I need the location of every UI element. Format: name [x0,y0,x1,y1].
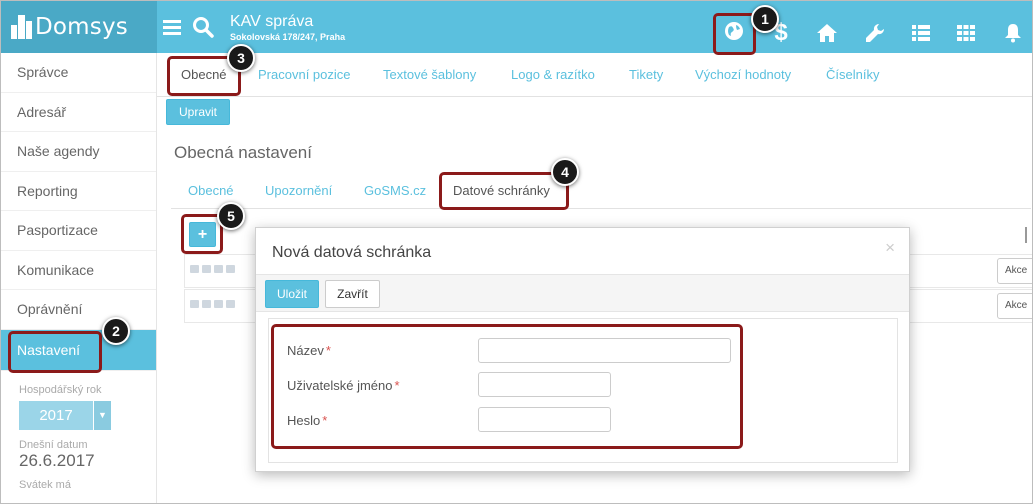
callout-badge-1: 1 [751,5,779,33]
organization-name: KAV správa [230,13,314,30]
list-icon[interactable] [911,23,931,43]
callout-badge-2: 2 [102,317,130,345]
dialog-title: Nová datová schránka [272,244,432,261]
app-logo[interactable]: Domsys [1,1,157,53]
tab-pracovni-pozice[interactable]: Pracovní pozice [258,53,351,97]
organization-address: Sokolovská 178/247, Praha [230,32,346,42]
subtab-upozorneni[interactable]: Upozornění [265,173,332,209]
section-title: Obecná nastavení [174,143,312,162]
general-subtabs: Obecné Upozornění GoSMS.cz Datové schrán… [171,173,1031,209]
caret-down-icon[interactable]: ▼ [93,400,111,430]
today-date: 26.6.2017 [19,450,95,470]
holiday-label: Svátek má [19,478,71,491]
edit-button[interactable]: Upravit [166,99,230,125]
settings-tabs: Obecné Pracovní pozice Textové šablony L… [157,53,1032,97]
close-button[interactable]: Zavřít [325,280,380,308]
highlight-subtab-datove-schranky [439,172,569,210]
highlight-nastaveni [8,331,102,373]
wrench-icon[interactable] [864,22,886,44]
tab-textove-sablony[interactable]: Textové šablony [383,53,476,97]
tab-vychozi-hodnoty[interactable]: Výchozí hodnoty [695,53,791,97]
tab-logo-razitko[interactable]: Logo & razítko [511,53,595,97]
highlight-globe [713,13,756,55]
sidebar-item-reporting[interactable]: Reporting [1,172,156,211]
sidebar-item-adresar[interactable]: Adresář [1,93,156,132]
actions-button[interactable]: Akce [997,258,1032,284]
menu-icon[interactable] [161,16,183,38]
tab-tikety[interactable]: Tikety [629,53,663,97]
callout-badge-3: 3 [227,44,255,72]
today-label: Dnešní datum [19,438,88,451]
sidebar-item-spravce[interactable]: Správce [1,53,156,93]
top-bar: Domsys KAV správa Sokolovská 178/247, Pr… [1,1,1032,53]
subtab-gosms[interactable]: GoSMS.cz [364,173,426,209]
highlight-form [271,324,743,449]
sidebar-item-pasportizace[interactable]: Pasportizace [1,211,156,251]
row-action-icons[interactable] [190,265,260,275]
sidebar: Správce Adresář Naše agendy Reporting Pa… [1,53,157,503]
actions-button[interactable]: Akce [997,293,1032,319]
tab-ciselniky[interactable]: Číselníky [826,53,879,97]
sidebar-item-nase-agendy[interactable]: Naše agendy [1,132,156,172]
bell-icon[interactable] [1003,22,1023,44]
logo-icon [11,15,33,39]
close-icon[interactable]: × [885,238,895,258]
fiscal-year-value: 2017 [19,400,93,430]
search-icon[interactable] [191,15,215,39]
row-action-icons[interactable] [190,300,260,310]
save-button[interactable]: Uložit [265,280,319,308]
sidebar-item-komunikace[interactable]: Komunikace [1,251,156,290]
app-window: Domsys KAV správa Sokolovská 178/247, Pr… [0,0,1033,504]
dialog-toolbar: Uložit Zavřít [256,274,909,312]
sidebar-item-opravneni[interactable]: Oprávnění [1,290,156,330]
fiscal-year-label: Hospodářský rok [19,383,102,396]
home-icon[interactable] [816,22,838,44]
scroll-handle[interactable] [1025,227,1027,243]
grid-icon[interactable] [956,23,976,43]
fiscal-year-select[interactable]: 2017 ▼ [19,400,111,430]
app-name: Domsys [35,14,128,40]
callout-badge-4: 4 [551,158,579,186]
organization-selector[interactable]: KAV správa Sokolovská 178/247, Praha [230,13,345,43]
callout-badge-5: 5 [217,202,245,230]
